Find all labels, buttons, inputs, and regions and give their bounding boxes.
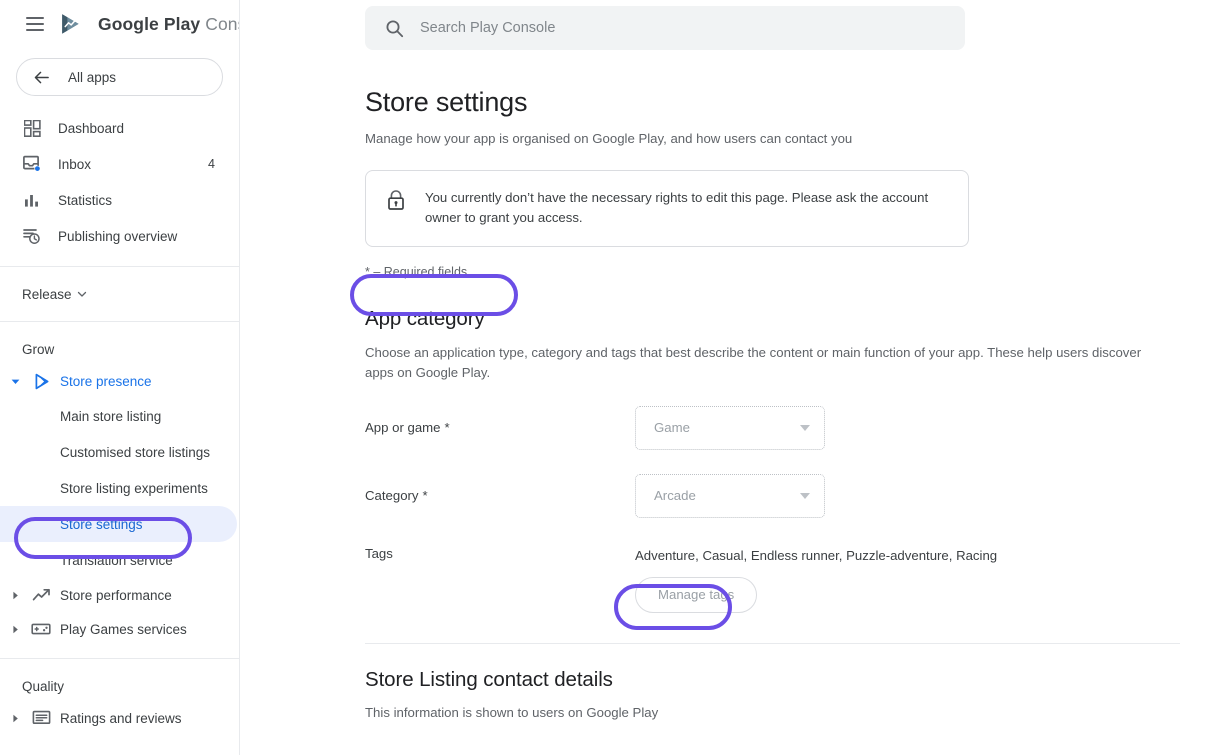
field-row-tags: Tags Adventure, Casual, Endless runner, … (365, 546, 1180, 563)
brand-title: Google Play Console (98, 14, 240, 35)
permission-notice-text: You currently don’t have the necessary r… (425, 188, 950, 229)
lock-icon (386, 189, 406, 211)
brand-title-bold: Google Play (98, 14, 200, 34)
sidebar-item-publishing-overview[interactable]: Publishing overview (0, 218, 235, 254)
reviews-icon (30, 707, 52, 729)
search-input[interactable] (420, 20, 940, 36)
field-row-category: Category * Arcade (365, 474, 1180, 520)
sidebar-item-label: Publishing overview (58, 229, 177, 244)
sidebar-subitem-label: Customised store listings (60, 445, 210, 460)
sidebar-divider-3 (0, 658, 239, 659)
field-label-tags: Tags (365, 546, 635, 561)
sidebar-group-store-presence[interactable]: Store presence (0, 364, 239, 398)
chevron-down-icon (800, 425, 810, 431)
sidebar-item-main-store-listing[interactable]: Main store listing (0, 398, 237, 434)
sidebar-item-store-listing-experiments[interactable]: Store listing experiments (0, 470, 237, 506)
main-content: Store settings Manage how your app is or… (240, 0, 1206, 755)
sidebar: Google Play Console All apps (0, 0, 240, 755)
sidebar-item-statistics[interactable]: Statistics (0, 182, 235, 218)
contact-details-heading: Store Listing contact details (365, 668, 1180, 692)
inbox-icon (22, 154, 42, 174)
sidebar-item-customised-store-listings[interactable]: Customised store listings (0, 434, 237, 470)
contact-details-description: This information is shown to users on Go… (365, 705, 1180, 720)
sidebar-group-play-games-services[interactable]: Play Games services (0, 612, 239, 646)
sidebar-group-label: Store presence (60, 374, 152, 389)
sidebar-group-store-performance[interactable]: Store performance (0, 578, 239, 612)
sidebar-item-inbox[interactable]: Inbox 4 (0, 146, 235, 182)
field-label-text: Tags (365, 546, 393, 561)
sidebar-section-quality-label: Quality (22, 679, 64, 694)
sidebar-section-grow-label: Grow (22, 342, 54, 357)
sidebar-divider-2 (0, 321, 239, 322)
sidebar-group-label: Play Games services (60, 622, 187, 637)
field-label-category: Category * (365, 474, 635, 503)
sidebar-item-dashboard[interactable]: Dashboard (0, 110, 235, 146)
inbox-badge-count: 4 (208, 157, 215, 171)
sidebar-item-translation-service[interactable]: Translation service (0, 542, 237, 578)
all-apps-label: All apps (68, 70, 116, 85)
sidebar-item-label: Inbox (58, 157, 91, 172)
app-or-game-select[interactable]: Game (635, 406, 825, 450)
category-select[interactable]: Arcade (635, 474, 825, 518)
app-category-heading: App category (365, 307, 485, 331)
required-fields-note: * – Required fields (365, 265, 1180, 279)
sidebar-item-store-settings[interactable]: Store settings (0, 506, 237, 542)
field-label-text: Category (365, 488, 419, 503)
arrow-left-icon (33, 69, 50, 86)
sidebar-group-release-label: Release (22, 287, 72, 302)
all-apps-button[interactable]: All apps (16, 58, 223, 96)
required-asterisk: * (423, 488, 428, 503)
sidebar-subitem-label: Store settings (60, 517, 143, 532)
app-category-description: Choose an application type, category and… (365, 343, 1165, 384)
trending-up-icon (30, 584, 52, 606)
caret-down-icon (8, 374, 22, 388)
required-asterisk: * (445, 420, 450, 435)
bar-chart-icon (22, 190, 42, 210)
sidebar-item-label: Dashboard (58, 121, 124, 136)
hamburger-menu-icon[interactable] (26, 17, 44, 31)
sidebar-section-quality: Quality (0, 671, 239, 701)
field-label-text: App or game (365, 420, 441, 435)
play-triangle-icon (30, 370, 52, 392)
sidebar-divider-1 (0, 266, 239, 267)
sidebar-group-ratings-and-reviews[interactable]: Ratings and reviews (0, 701, 239, 735)
play-console-page: Google Play Console All apps (0, 0, 1206, 755)
sidebar-item-label: Statistics (58, 193, 112, 208)
chevron-down-icon (800, 493, 810, 499)
field-row-app-or-game: App or game * Game (365, 406, 1180, 452)
sidebar-subitem-label: Translation service (60, 553, 173, 568)
dashboard-grid-icon (22, 118, 42, 138)
permission-notice-banner: You currently don’t have the necessary r… (365, 170, 969, 247)
chevron-down-icon (76, 288, 88, 300)
category-value: Arcade (654, 488, 696, 503)
sidebar-subitem-label: Main store listing (60, 409, 161, 424)
manage-tags-wrapper: Manage tags (635, 577, 1180, 613)
field-label-app-or-game: App or game * (365, 406, 635, 435)
sidebar-subitem-label: Store listing experiments (60, 481, 208, 496)
sidebar-group-release[interactable]: Release (0, 279, 239, 309)
section-divider (365, 643, 1180, 644)
publishing-clock-icon (22, 226, 42, 246)
caret-right-icon (8, 622, 22, 636)
brand-title-light: Console (205, 14, 240, 34)
primary-nav-list: Dashboard Inbox 4 (0, 110, 239, 254)
search-icon (385, 19, 404, 38)
caret-right-icon (8, 588, 22, 602)
manage-tags-button[interactable]: Manage tags (635, 577, 757, 613)
page-subtitle: Manage how your app is organised on Goog… (365, 131, 1180, 146)
sidebar-group-label: Ratings and reviews (60, 711, 182, 726)
gamepad-icon (30, 618, 52, 640)
page-title: Store settings (365, 87, 1180, 118)
caret-right-icon (8, 711, 22, 725)
brand-bar: Google Play Console (0, 0, 239, 48)
app-or-game-value: Game (654, 420, 690, 435)
tags-value: Adventure, Casual, Endless runner, Puzzl… (635, 546, 997, 563)
sidebar-section-grow: Grow (0, 334, 239, 364)
search-bar[interactable] (365, 6, 965, 50)
sidebar-group-label: Store performance (60, 588, 172, 603)
play-console-logo-icon (58, 11, 84, 37)
